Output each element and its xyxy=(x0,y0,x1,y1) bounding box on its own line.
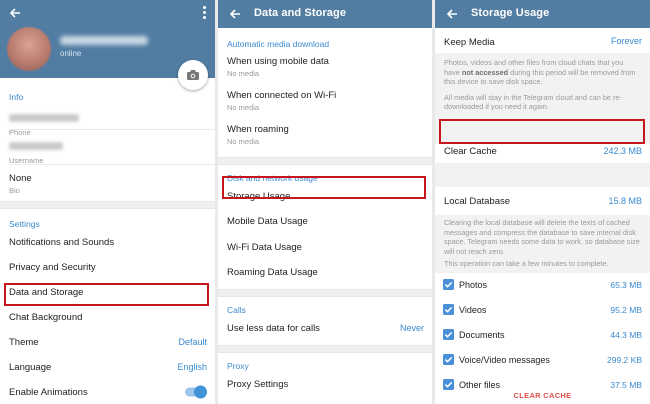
file-type-label: Videos xyxy=(459,305,487,315)
less-data-calls-row[interactable]: Use less data for calls Never xyxy=(218,315,432,340)
info-section-title: Info xyxy=(9,92,24,102)
file-type-list: Photos 65.3 MB Videos 95.2 MB Documents … xyxy=(435,273,650,398)
notifications-row[interactable]: Notifications and Sounds xyxy=(0,229,215,254)
profile-name-blurred xyxy=(60,36,148,45)
file-row-videos[interactable]: Videos 95.2 MB xyxy=(435,298,650,322)
phone-blurred xyxy=(9,114,79,122)
local-database-info-text: Clearing the local database will delete … xyxy=(444,218,640,256)
file-type-size: 65.3 MB xyxy=(610,280,642,290)
chat-background-label: Chat Background xyxy=(9,312,83,323)
checkbox-checked-icon[interactable] xyxy=(443,304,454,315)
mobile-data-row[interactable]: When using mobile data No media xyxy=(218,49,432,83)
app-bar: Data and Storage xyxy=(218,0,432,28)
auto-download-title: Automatic media download xyxy=(227,39,330,49)
camera-icon xyxy=(187,70,199,80)
mobile-usage-row[interactable]: Mobile Data Usage xyxy=(218,208,432,234)
back-arrow-icon[interactable] xyxy=(8,6,22,20)
highlight-storage-usage xyxy=(222,176,426,199)
wifi-usage-label: Wi-Fi Data Usage xyxy=(227,242,302,253)
clear-cache-size: 242.3 MB xyxy=(603,146,642,156)
file-type-label: Photos xyxy=(459,280,488,290)
camera-button[interactable] xyxy=(178,60,208,90)
highlight-data-storage xyxy=(4,283,209,306)
wifi-sub: No media xyxy=(227,103,260,112)
bio-value: None xyxy=(9,173,32,184)
privacy-label: Privacy and Security xyxy=(9,262,96,273)
proxy-title: Proxy xyxy=(227,361,249,371)
file-row-documents[interactable]: Documents 44.3 MB xyxy=(435,323,650,347)
checkbox-checked-icon[interactable] xyxy=(443,329,454,340)
file-type-label: Voice/Video messages xyxy=(459,355,550,365)
avatar[interactable] xyxy=(7,27,51,71)
local-database-size: 15.8 MB xyxy=(608,196,642,206)
checkbox-checked-icon[interactable] xyxy=(443,354,454,365)
checkbox-checked-icon[interactable] xyxy=(443,279,454,290)
wifi-row[interactable]: When connected on Wi-Fi No media xyxy=(218,83,432,117)
roaming-sub: No media xyxy=(227,137,260,146)
animations-toggle[interactable] xyxy=(185,385,207,399)
file-type-size: 299.2 KB xyxy=(607,355,642,365)
bio-row[interactable]: None Bio xyxy=(0,165,215,201)
file-row-voice-video[interactable]: Voice/Video messages 299.2 KB xyxy=(435,348,650,372)
theme-value: Default xyxy=(178,336,207,347)
local-database-duration-text: This operation can take a few minutes to… xyxy=(444,259,609,268)
settings-section-title: Settings xyxy=(9,219,40,229)
proxy-settings-label: Proxy Settings xyxy=(227,379,289,390)
keep-media-value: Forever xyxy=(610,35,642,46)
online-status: online xyxy=(60,49,82,58)
file-row-photos[interactable]: Photos 65.3 MB xyxy=(435,273,650,297)
page-title: Data and Storage xyxy=(254,7,347,19)
file-type-label: Documents xyxy=(459,330,505,340)
local-database-row[interactable]: Local Database 15.8 MB xyxy=(435,187,650,215)
roaming-label: When roaming xyxy=(227,124,289,135)
roaming-usage-label: Roaming Data Usage xyxy=(227,267,318,278)
back-arrow-icon[interactable] xyxy=(445,7,459,21)
mobile-data-sub: No media xyxy=(227,69,260,78)
bio-label: Bio xyxy=(9,186,20,195)
page-title: Storage Usage xyxy=(471,7,550,19)
file-type-size: 95.2 MB xyxy=(610,305,642,315)
keep-media-cloud-text: All media will stay in the Telegram clou… xyxy=(444,92,622,112)
username-blurred xyxy=(9,142,63,150)
calls-title: Calls xyxy=(227,305,246,315)
username-row[interactable]: Username xyxy=(0,130,215,165)
chat-background-row[interactable]: Chat Background xyxy=(0,304,215,329)
wifi-label: When connected on Wi-Fi xyxy=(227,90,337,101)
privacy-row[interactable]: Privacy and Security xyxy=(0,254,215,279)
username-label: Username xyxy=(9,156,44,165)
language-value: English xyxy=(177,362,207,372)
phone-row[interactable]: Phone xyxy=(0,102,215,137)
roaming-row[interactable]: When roaming No media xyxy=(218,117,432,151)
keep-media-info-text: Photos, videos and other files from clou… xyxy=(444,58,636,86)
highlight-clear-cache xyxy=(439,119,645,144)
local-database-info: Clearing the local database will delete … xyxy=(435,215,650,273)
settings-panel: online Info Phone Username None Bio Sett… xyxy=(0,0,215,404)
roaming-usage-row[interactable]: Roaming Data Usage xyxy=(218,259,432,284)
language-row[interactable]: Language English xyxy=(0,354,215,380)
file-type-size: 37.5 MB xyxy=(610,380,642,390)
mobile-usage-label: Mobile Data Usage xyxy=(227,216,308,227)
animations-row[interactable]: Enable Animations xyxy=(0,380,215,404)
file-type-label: Other files xyxy=(459,380,501,390)
checkbox-checked-icon[interactable] xyxy=(443,379,454,390)
file-type-size: 44.3 MB xyxy=(610,330,642,340)
data-storage-panel: Data and Storage Automatic media downloa… xyxy=(218,0,432,404)
more-menu-icon[interactable] xyxy=(201,6,207,20)
wifi-usage-row[interactable]: Wi-Fi Data Usage xyxy=(218,234,432,259)
proxy-settings-row[interactable]: Proxy Settings xyxy=(218,371,432,396)
app-bar: Storage Usage xyxy=(435,0,650,28)
back-arrow-icon[interactable] xyxy=(228,7,242,21)
keep-media-row[interactable]: Keep Media Forever xyxy=(435,28,650,53)
clear-cache-button[interactable]: CLEAR CACHE xyxy=(435,391,650,400)
theme-row[interactable]: Theme Default xyxy=(0,329,215,354)
storage-usage-panel: Storage Usage Keep Media Forever Photos,… xyxy=(435,0,650,404)
less-data-calls-value: Never xyxy=(399,322,424,333)
notifications-label: Notifications and Sounds xyxy=(9,237,115,248)
mobile-data-label: When using mobile data xyxy=(227,56,329,67)
